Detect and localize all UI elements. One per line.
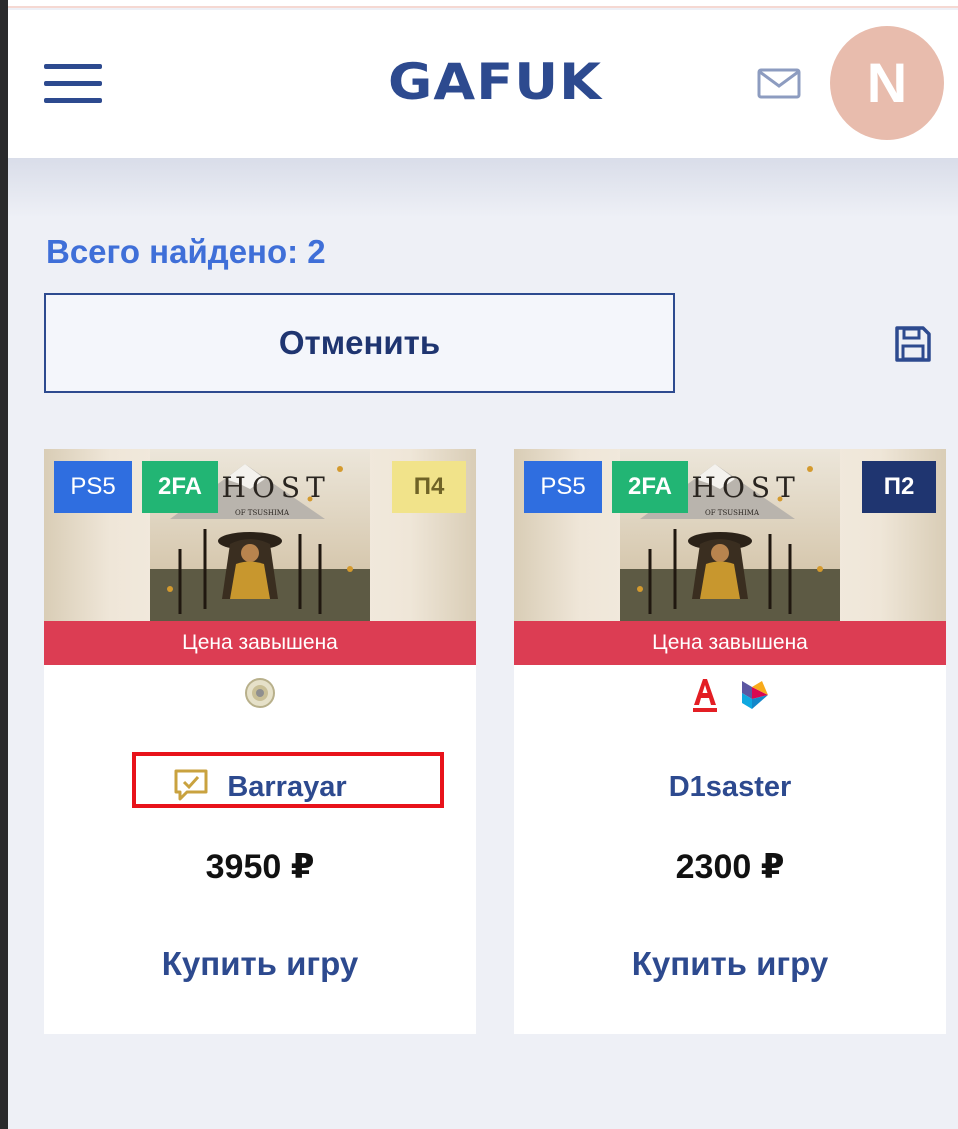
app-header: GAFUK N — [8, 10, 958, 158]
payment-methods — [514, 675, 946, 719]
results-count: Всего найдено: 2 — [46, 233, 326, 270]
alfa-bank-icon — [692, 679, 717, 712]
game-cover: GHOST OF TSUSHIMA PS5 2FA П4 — [44, 449, 476, 621]
platform-badge: PS5 — [524, 461, 602, 513]
cover-subtitle: OF TSUSHIMA — [705, 509, 760, 517]
cancel-button[interactable]: Отменить — [44, 293, 675, 393]
header-shadow — [8, 158, 958, 218]
seller-link[interactable]: D1saster — [514, 767, 946, 807]
price-flag: Цена завышена — [44, 621, 476, 665]
seller-name[interactable]: D1saster — [669, 771, 792, 803]
position-badge: П2 — [862, 461, 936, 513]
seller-link[interactable]: Barrayar — [44, 767, 476, 807]
window-edge — [0, 0, 8, 1129]
buy-button[interactable]: Купить игру — [44, 939, 476, 989]
avatar[interactable]: N — [830, 26, 944, 140]
offer-card[interactable]: GHOST OF TSUSHIMA PS5 2FA П2 Цена завыше… — [514, 449, 946, 1034]
chat-check-icon — [174, 769, 208, 801]
cover-subtitle: OF TSUSHIMA — [235, 509, 290, 517]
position-badge: П4 — [392, 461, 466, 513]
platform-badge: PS5 — [54, 461, 132, 513]
floppy-disk-icon[interactable] — [892, 323, 934, 365]
site-logo[interactable]: GAFUK — [360, 52, 630, 112]
sbp-icon — [742, 681, 769, 709]
security-badge: 2FA — [142, 461, 218, 513]
security-badge: 2FA — [612, 461, 688, 513]
game-cover: GHOST OF TSUSHIMA PS5 2FA П2 — [514, 449, 946, 621]
coin-badge-icon — [245, 678, 275, 708]
mail-icon[interactable] — [756, 64, 802, 102]
page: GAFUK N Всего найдено: 2 Отменить GHOST … — [8, 0, 958, 1129]
price-flag: Цена завышена — [514, 621, 946, 665]
price: 2300 ₽ — [675, 848, 785, 886]
offer-card[interactable]: GHOST OF TSUSHIMA PS5 2FA П4 Цена завыше… — [44, 449, 476, 1034]
menu-icon[interactable] — [44, 62, 102, 106]
top-divider — [8, 0, 958, 8]
seller-name[interactable]: Barrayar — [227, 771, 346, 803]
price: 3950 ₽ — [205, 848, 315, 886]
buy-button[interactable]: Купить игру — [514, 939, 946, 989]
payment-methods — [44, 675, 476, 719]
